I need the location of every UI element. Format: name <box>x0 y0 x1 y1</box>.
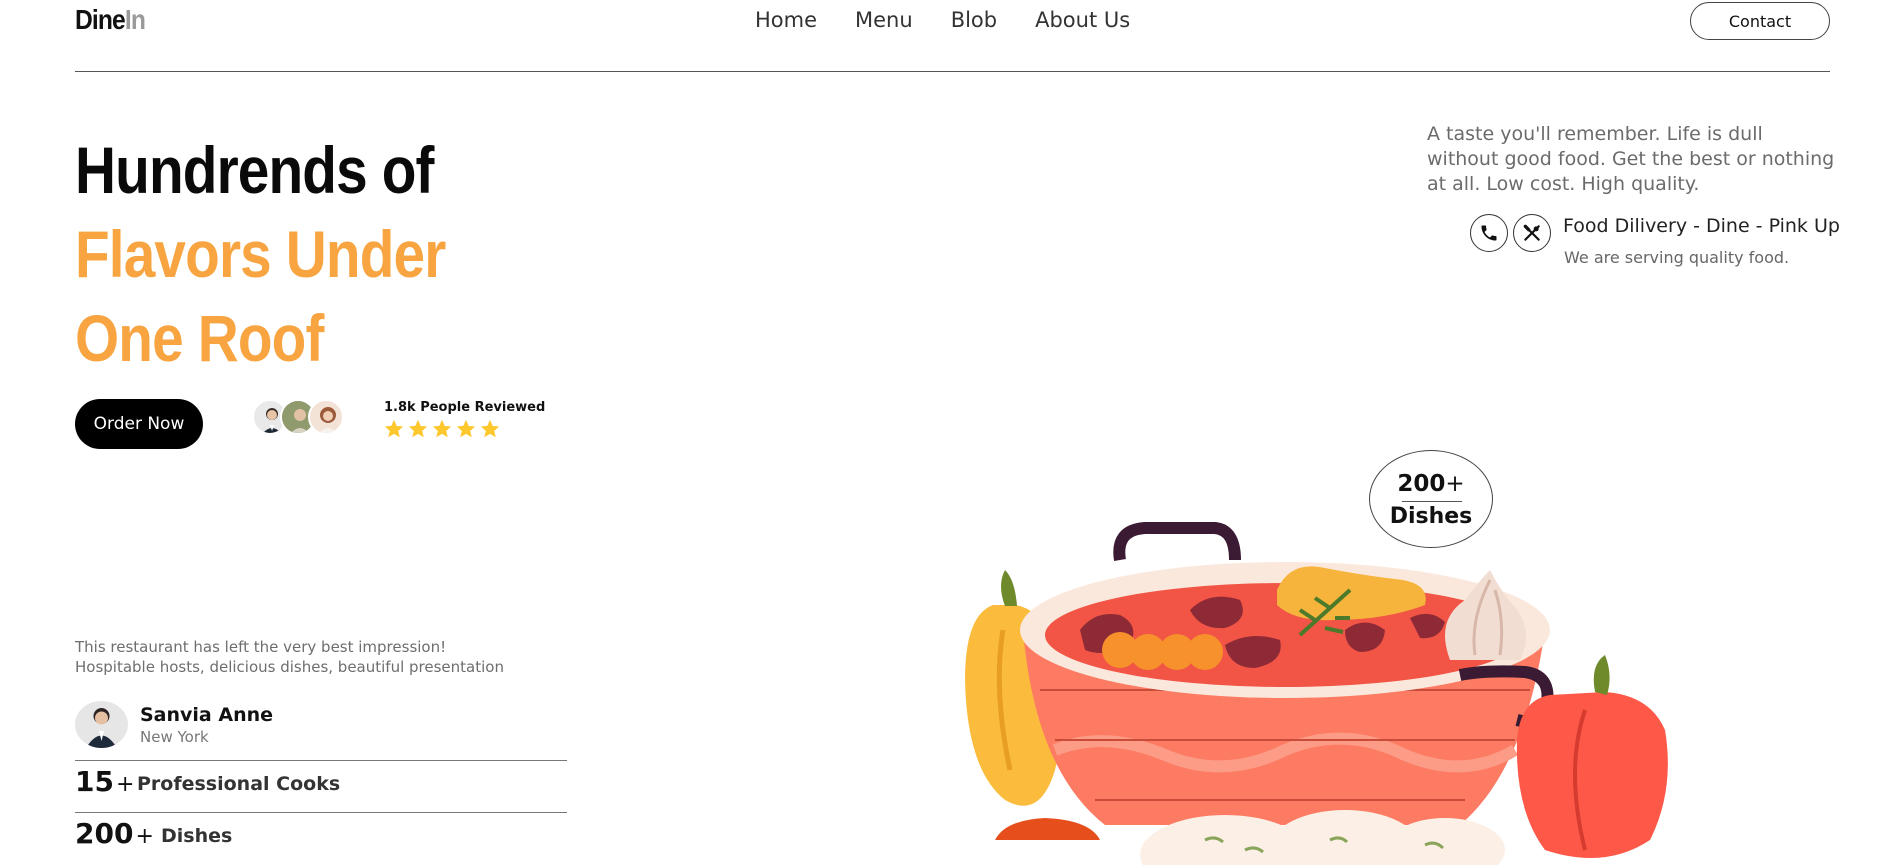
stat-dishes: 200+ Dishes <box>75 812 567 864</box>
phone-button[interactable] <box>1470 214 1508 252</box>
star-icon <box>480 419 500 438</box>
avatar <box>75 701 128 748</box>
logo[interactable]: DineIn <box>75 4 146 36</box>
food-pot-illustration <box>965 522 1668 865</box>
badge-plus: + <box>1445 471 1465 497</box>
order-now-button[interactable]: Order Now <box>75 399 203 449</box>
logo-part-in: In <box>124 4 146 35</box>
rating-stars <box>383 418 501 440</box>
stat-plus: + <box>135 824 154 849</box>
nav-home[interactable]: Home <box>755 8 817 32</box>
star-icon <box>408 419 428 438</box>
badge-number: 200+ <box>1370 471 1492 497</box>
reviewer-city: New York <box>140 728 209 746</box>
stat-label: Professional Cooks <box>137 773 341 795</box>
stat-value: 15 <box>75 765 114 798</box>
hero-title-line1: Hundrends of <box>75 133 434 207</box>
nav-about-us[interactable]: About Us <box>1035 8 1130 32</box>
star-icon <box>384 419 404 438</box>
cutlery-button[interactable] <box>1513 214 1551 252</box>
testimonial-line2: Hospitable hosts, delicious dishes, beau… <box>75 658 504 676</box>
cutlery-icon <box>1523 224 1540 241</box>
delivery-title: Food Dilivery - Dine - Pink Up <box>1563 215 1840 237</box>
reviewer-avatars <box>252 399 347 437</box>
stat-value: 200 <box>75 817 134 850</box>
dishes-badge: 200+ Dishes <box>1369 450 1493 548</box>
avatar <box>308 399 344 435</box>
star-icon <box>456 419 476 438</box>
reviews-count: 1.8k People Reviewed <box>384 400 546 415</box>
logo-part-dine: Dine <box>75 4 126 35</box>
reviewer-name: Sanvia Anne <box>140 704 274 726</box>
stat-number: 15+ <box>75 765 134 798</box>
badge-divider <box>1402 501 1462 502</box>
stat-cooks: 15+ Professional Cooks <box>75 760 567 812</box>
badge-value: 200 <box>1397 471 1446 497</box>
stat-number: 200+ <box>75 817 154 850</box>
stat-plus: + <box>115 772 135 797</box>
site-header: DineIn Home Menu Blob About Us Contact <box>75 0 1830 72</box>
testimonial-text: This restaurant has left the very best i… <box>75 637 565 677</box>
badge-label: Dishes <box>1389 504 1473 529</box>
nav-menu[interactable]: Menu <box>855 8 913 32</box>
hero-title-line3: One Roof <box>75 301 324 375</box>
testimonial-line1: This restaurant has left the very best i… <box>75 638 447 656</box>
hero-title: Hundrends of Flavors Under One Roof <box>75 128 446 380</box>
star-icon <box>432 419 452 438</box>
phone-icon <box>1481 225 1497 241</box>
delivery-subtitle: We are serving quality food. <box>1564 248 1790 267</box>
hero-title-line2: Flavors Under <box>75 217 446 291</box>
stat-label: Dishes <box>161 825 233 847</box>
intro-text: A taste you'll remember. Life is dull wi… <box>1427 123 1835 195</box>
contact-button[interactable]: Contact <box>1690 2 1830 40</box>
main-nav: Home Menu Blob About Us <box>755 8 1130 32</box>
nav-blob[interactable]: Blob <box>951 8 997 32</box>
